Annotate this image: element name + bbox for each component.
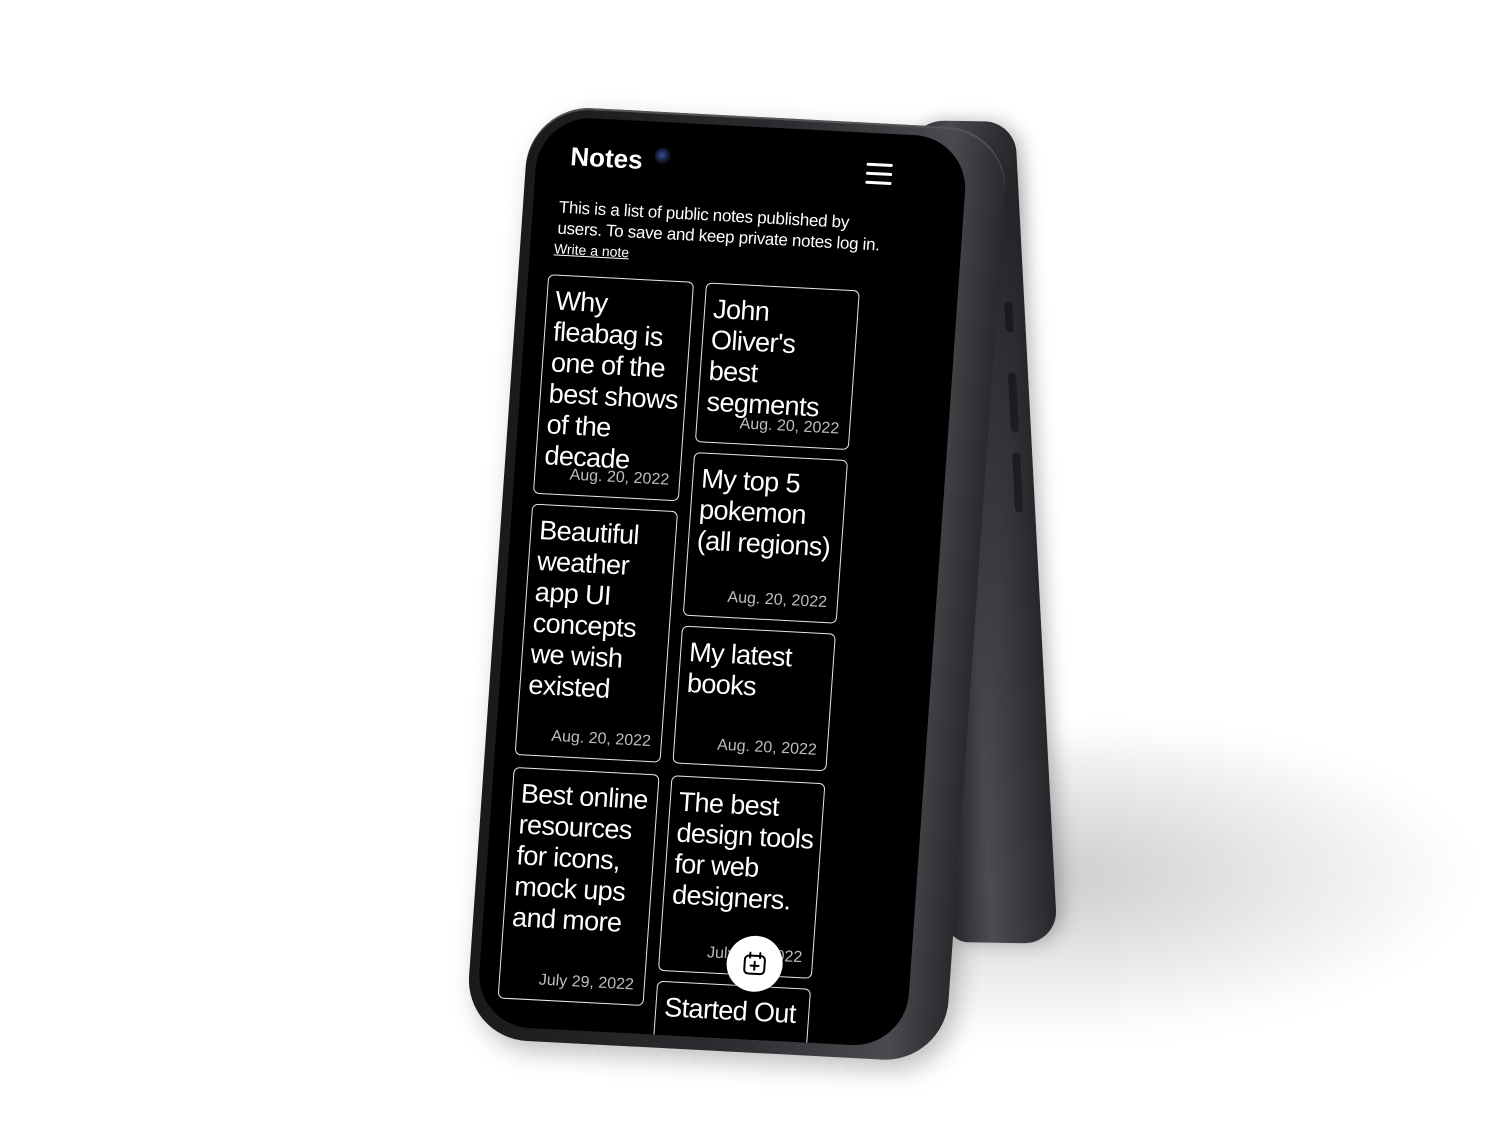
note-card[interactable]: Best online resources for icons, mock up… (497, 766, 660, 1007)
write-note-link[interactable]: Write a note (553, 240, 629, 260)
note-card[interactable]: My top 5 pokemon (all regions) Aug. 20, … (682, 452, 849, 624)
note-title: Beautiful weather app UI concepts we wis… (527, 515, 640, 704)
note-date: Aug. 20, 2022 (739, 415, 840, 438)
phone-device: Notes This is a list of public notes pub… (464, 105, 1010, 1063)
note-title: Why fleabag is one of the best shows of … (543, 285, 679, 475)
note-card[interactable]: Beautiful weather app UI concepts we wis… (514, 503, 679, 763)
mockup-stage: Notes This is a list of public notes pub… (0, 0, 1501, 1126)
side-button (1004, 301, 1014, 333)
note-card[interactable]: John Oliver's best segments Aug. 20, 202… (694, 282, 860, 451)
app-title: Notes (569, 141, 644, 175)
note-title: My latest books (686, 637, 793, 702)
calendar-add-icon (743, 951, 766, 976)
hamburger-menu-icon[interactable] (865, 162, 893, 186)
note-date: Aug. 20, 2022 (726, 588, 828, 612)
note-title: My top 5 pokemon (all regions) (695, 463, 832, 563)
note-date: Aug. 20, 2022 (716, 736, 818, 759)
note-title: Best online resources for icons, mock up… (511, 778, 649, 938)
side-button (1012, 452, 1024, 513)
front-camera (654, 147, 672, 165)
side-button (1007, 372, 1020, 433)
phone-screen: Notes This is a list of public notes pub… (475, 115, 969, 1048)
note-title: Started Out (663, 992, 797, 1029)
note-title: The best design tools for web designers. (671, 786, 815, 916)
note-date: Aug. 20, 2022 (569, 466, 670, 489)
note-card[interactable]: My latest books Aug. 20, 2022 (672, 625, 836, 772)
note-card[interactable]: Why fleabag is one of the best shows of … (532, 274, 695, 502)
note-date: Aug. 20, 2022 (550, 727, 652, 751)
note-card[interactable]: Started Out (651, 980, 812, 1048)
note-title: John Oliver's best segments (705, 293, 820, 423)
note-date: July 29, 2022 (538, 971, 635, 994)
